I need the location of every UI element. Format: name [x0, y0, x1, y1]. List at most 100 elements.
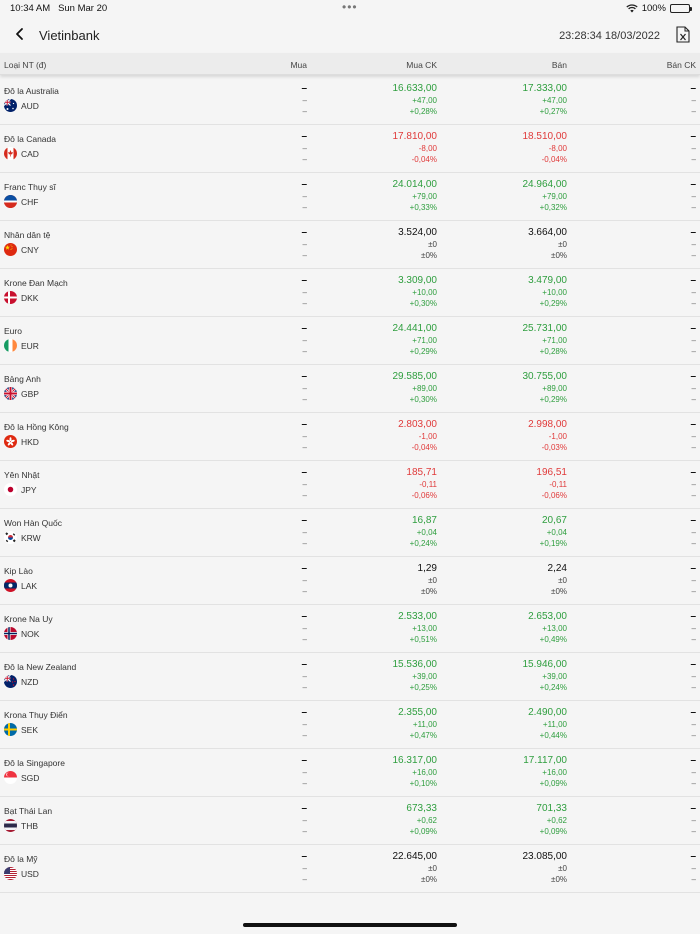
buy-change: – — [302, 671, 307, 681]
status-right: 100% — [626, 3, 692, 14]
flag-sek-icon — [4, 723, 17, 736]
buy-percent: – — [302, 347, 307, 356]
buy-transfer-percent: +0,30% — [409, 395, 437, 404]
rate-row-eur[interactable]: Euro EUR – – – 24.441,00 +71,00 +0,29% 25… — [0, 317, 700, 365]
home-indicator[interactable] — [243, 923, 457, 927]
sell-change: ±0 — [558, 575, 567, 585]
rate-row-nzd[interactable]: Đô la New Zealand NZD – – – 15.536,00 +39… — [0, 653, 700, 701]
currency-code: JPY — [21, 485, 37, 495]
sell-cell: 701,33 +0,62 +0,09% — [536, 803, 567, 838]
sell-transfer-change: – — [691, 815, 696, 825]
sell-change: +16,00 — [542, 767, 567, 777]
currency-code: USD — [21, 869, 39, 879]
currency-name: Krona Thụy Điển — [4, 710, 68, 720]
buy-transfer-value: 16.633,00 — [392, 83, 438, 94]
buy-value: – — [301, 227, 307, 238]
rate-row-cad[interactable]: Đô la Canada CAD – – – 17.810,00 -8,00 -0… — [0, 125, 700, 173]
sell-transfer-change: – — [691, 623, 696, 633]
buy-cash-cell: – – – — [301, 851, 307, 886]
buy-transfer-cell: 3.309,00 +10,00 +0,30% — [398, 275, 437, 310]
rate-row-jpy[interactable]: Yên Nhật JPY – – – 185,71 -0,11 -0,06% 19… — [0, 461, 700, 509]
buy-transfer-cell: 24.014,00 +79,00 +0,33% — [393, 179, 438, 214]
rate-row-dkk[interactable]: Krone Đan Mạch DKK – – – 3.309,00 +10,00 … — [0, 269, 700, 317]
rate-row-aud[interactable]: Đô la Australia AUD – – – 16.633,00 +47,0… — [0, 77, 700, 125]
buy-transfer-value: 15.536,00 — [392, 659, 438, 670]
sell-cell: 196,51 -0,11 -0,06% — [536, 467, 567, 502]
rate-row-sek[interactable]: Krona Thụy Điển SEK – – – 2.355,00 +11,00… — [0, 701, 700, 749]
chevron-left-icon[interactable] — [12, 26, 28, 42]
sell-transfer-cell: – – – — [690, 851, 696, 886]
currency-code: NZD — [21, 677, 39, 687]
rate-row-thb[interactable]: Bạt Thái Lan THB – – – 673,33 +0,62 +0,09… — [0, 797, 700, 845]
sell-value: 2.653,00 — [528, 611, 567, 622]
buy-transfer-value: 3.309,00 — [398, 275, 437, 286]
rate-row-hkd[interactable]: Đô la Hồng Kông HKD – – – 2.803,00 -1,00 … — [0, 413, 700, 461]
buy-percent: – — [302, 635, 307, 644]
rate-row-chf[interactable]: Franc Thụy sĩ CHF – – – 24.014,00 +79,00 … — [0, 173, 700, 221]
buy-transfer-change: +79,00 — [412, 191, 437, 201]
sell-value: 701,33 — [536, 803, 567, 814]
buy-transfer-percent: -0,04% — [411, 443, 437, 452]
buy-cash-cell: – – – — [301, 659, 307, 694]
sell-transfer-cell: – – – — [690, 323, 696, 358]
rate-row-sgd[interactable]: Đô la Singapore SGD – – – 16.317,00 +16,0… — [0, 749, 700, 797]
buy-cash-cell: – – – — [301, 419, 307, 454]
page-title: Vietinbank — [39, 28, 100, 43]
buy-cash-cell: – – – — [301, 371, 307, 406]
sell-change: +79,00 — [542, 191, 567, 201]
sell-transfer-change: – — [691, 143, 696, 153]
buy-transfer-cell: 24.441,00 +71,00 +0,29% — [393, 323, 438, 358]
sell-cell: 30.755,00 +89,00 +0,29% — [523, 371, 568, 406]
rate-row-lak[interactable]: Kip Lào LAK – – – 1,29 ±0 ±0% 2,24 ±0 ±0%… — [0, 557, 700, 605]
buy-transfer-cell: 16.317,00 +16,00 +0,10% — [393, 755, 438, 790]
flag-chf-icon — [4, 195, 17, 208]
sell-value: 25.731,00 — [522, 323, 568, 334]
currency-name: Đô la Australia — [4, 86, 59, 96]
sell-change: -1,00 — [548, 431, 567, 441]
flag-usd-icon — [4, 867, 17, 880]
sell-percent: +0,44% — [539, 731, 567, 740]
sell-transfer-value: – — [690, 563, 696, 574]
sell-transfer-value: – — [690, 803, 696, 814]
buy-percent: – — [302, 155, 307, 164]
wifi-icon — [626, 4, 638, 13]
rate-row-krw[interactable]: Won Hàn Quốc KRW – – – 16,87 +0,04 +0,24%… — [0, 509, 700, 557]
sell-transfer-change: – — [691, 383, 696, 393]
buy-transfer-percent: ±0% — [421, 251, 437, 260]
flag-dkk-icon — [4, 291, 17, 304]
sell-cell: 3.479,00 +10,00 +0,29% — [528, 275, 567, 310]
sell-value: 2.490,00 — [528, 707, 567, 718]
rate-row-cny[interactable]: Nhân dân tệ CNY – – – 3.524,00 ±0 ±0% 3.6… — [0, 221, 700, 269]
status-bar: 10:34 AM Sun Mar 20 ••• 100% — [0, 0, 700, 18]
sell-transfer-cell: – – – — [690, 803, 696, 838]
buy-value: – — [301, 563, 307, 574]
currency-code: LAK — [21, 581, 38, 591]
buy-change: – — [302, 431, 307, 441]
buy-percent: – — [302, 299, 307, 308]
sell-transfer-cell: – – – — [690, 659, 696, 694]
buy-percent: – — [302, 395, 307, 404]
rate-row-gbp[interactable]: Bảng Anh GBP – – – 29.585,00 +89,00 +0,30… — [0, 365, 700, 413]
currency-code: AUD — [21, 101, 39, 111]
buy-transfer-cell: 673,33 +0,62 +0,09% — [406, 803, 437, 838]
currency-name: Krone Đan Mạch — [4, 278, 68, 288]
flag-sgd-icon — [4, 771, 17, 784]
multitask-dots-icon[interactable]: ••• — [342, 0, 358, 14]
sell-change: +89,00 — [542, 383, 567, 393]
sell-transfer-cell: – – – — [690, 515, 696, 550]
currency-code: HKD — [21, 437, 39, 447]
sell-percent: -0,03% — [541, 443, 567, 452]
rate-row-usd[interactable]: Đô la Mỹ USD – – – 22.645,00 ±0 ±0% 23.08… — [0, 845, 700, 893]
header-sell: Bán — [551, 60, 567, 70]
excel-export-icon[interactable] — [676, 26, 690, 43]
buy-percent: – — [302, 491, 307, 500]
currency-name: Kip Lào — [4, 566, 33, 576]
sell-cell: 24.964,00 +79,00 +0,32% — [523, 179, 568, 214]
sell-transfer-value: – — [690, 371, 696, 382]
sell-transfer-percent: – — [691, 299, 696, 308]
sell-transfer-percent: – — [691, 155, 696, 164]
rate-row-nok[interactable]: Krone Na Uy NOK – – – 2.533,00 +13,00 +0,… — [0, 605, 700, 653]
sell-value: 2.998,00 — [528, 419, 567, 430]
sell-percent: +0,29% — [539, 299, 567, 308]
buy-transfer-change: -1,00 — [418, 431, 437, 441]
